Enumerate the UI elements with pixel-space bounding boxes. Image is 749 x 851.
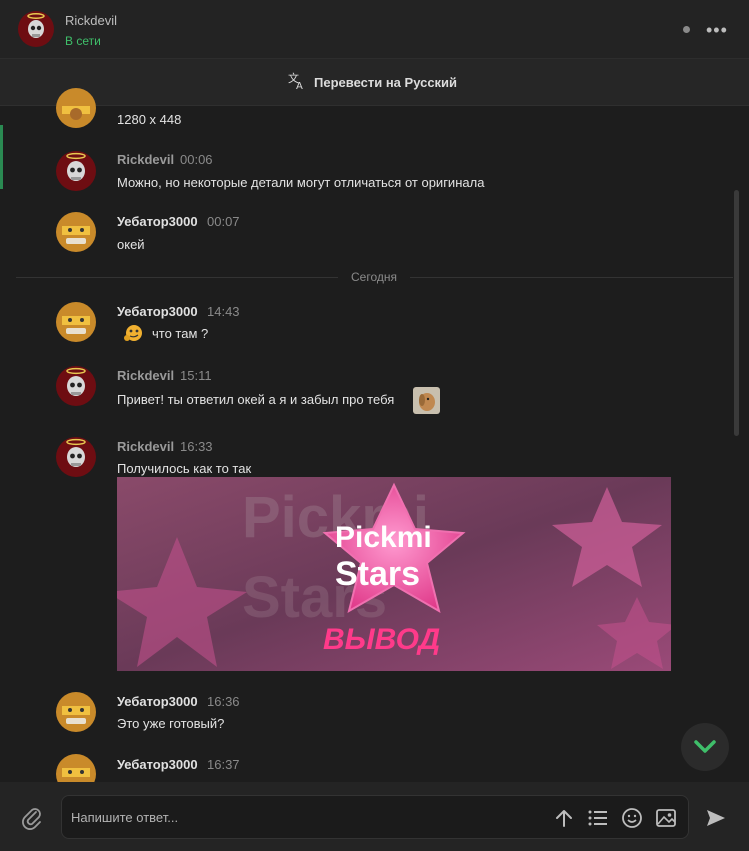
status-dot (683, 26, 690, 33)
avatar[interactable] (56, 302, 96, 342)
message-time: 14:43 (207, 304, 240, 319)
scroll-to-bottom-button[interactable] (681, 723, 729, 771)
message-author[interactable]: Уебатор3000 (117, 214, 198, 229)
unread-indicator (0, 125, 3, 189)
message-text: Можно, но некоторые детали могут отличат… (117, 175, 485, 190)
message-text: Это уже готовый? (117, 716, 225, 731)
list-icon[interactable] (587, 807, 609, 829)
message-author[interactable]: Уебатор3000 (117, 304, 198, 319)
pickmi-stars-banner: Pickmi Stars Pickmi Stars ВЫВОД (117, 477, 671, 671)
message-text: что там ? (152, 326, 209, 341)
message-text: 1280 x 448 (117, 112, 182, 127)
message-time: 15:11 (180, 368, 212, 383)
avatar[interactable] (56, 88, 96, 128)
emoji-icon[interactable] (621, 807, 643, 829)
banner-subtitle: ВЫВОД (323, 623, 440, 656)
date-divider-label: Сегодня (338, 270, 410, 284)
message-text: Получилось как то так (117, 461, 252, 476)
avatar[interactable] (56, 151, 96, 191)
message-text: Привет! ты ответил окей а я и забыл про … (117, 392, 395, 407)
avatar[interactable] (56, 212, 96, 252)
message-input-placeholder: Напишите ответ... (71, 810, 179, 825)
message-author[interactable]: Уебатор3000 (117, 694, 198, 709)
more-options-button[interactable]: ••• (706, 20, 728, 41)
banner-title-bottom: Stars (335, 555, 420, 593)
chat-title: Rickdevil (65, 13, 118, 28)
avatar[interactable] (56, 437, 96, 477)
arrow-up-icon[interactable] (553, 807, 575, 829)
translate-bar[interactable]: 文 A Перевести на Русский (0, 59, 749, 106)
message-time: 00:07 (207, 214, 240, 229)
chevron-down-icon (694, 740, 716, 753)
message-time: 00:06 (180, 152, 213, 167)
message-time: 16:36 (207, 694, 240, 709)
avatar[interactable] (56, 692, 96, 732)
translate-icon: 文 A (288, 71, 303, 91)
online-status: В сети (65, 34, 101, 48)
image-icon[interactable] (655, 807, 677, 829)
attached-image[interactable]: Pickmi Stars Pickmi Stars ВЫВОД (117, 477, 671, 671)
message-author[interactable]: Rickdevil (117, 368, 174, 383)
message-time: 16:33 (180, 439, 213, 454)
dog-emoji-icon (413, 387, 440, 414)
avatar[interactable] (56, 366, 96, 406)
attach-icon[interactable] (20, 806, 44, 830)
chat-header: Rickdevil В сети ••• (0, 0, 749, 59)
message-author[interactable]: Rickdevil (117, 439, 174, 454)
banner-title-top: Pickmi (335, 521, 432, 554)
thinking-emoji-icon (124, 325, 142, 341)
svg-text:A: A (296, 81, 303, 91)
message-author[interactable]: Rickdevil (117, 152, 174, 167)
message-text: окей (117, 237, 145, 252)
message-author[interactable]: Уебатор3000 (117, 757, 198, 772)
user-avatar[interactable] (18, 11, 54, 47)
chat-scrollbar[interactable] (734, 190, 739, 436)
send-icon[interactable] (704, 806, 728, 830)
message-time: 16:37 (207, 757, 240, 772)
translate-label: Перевести на Русский (314, 75, 458, 90)
